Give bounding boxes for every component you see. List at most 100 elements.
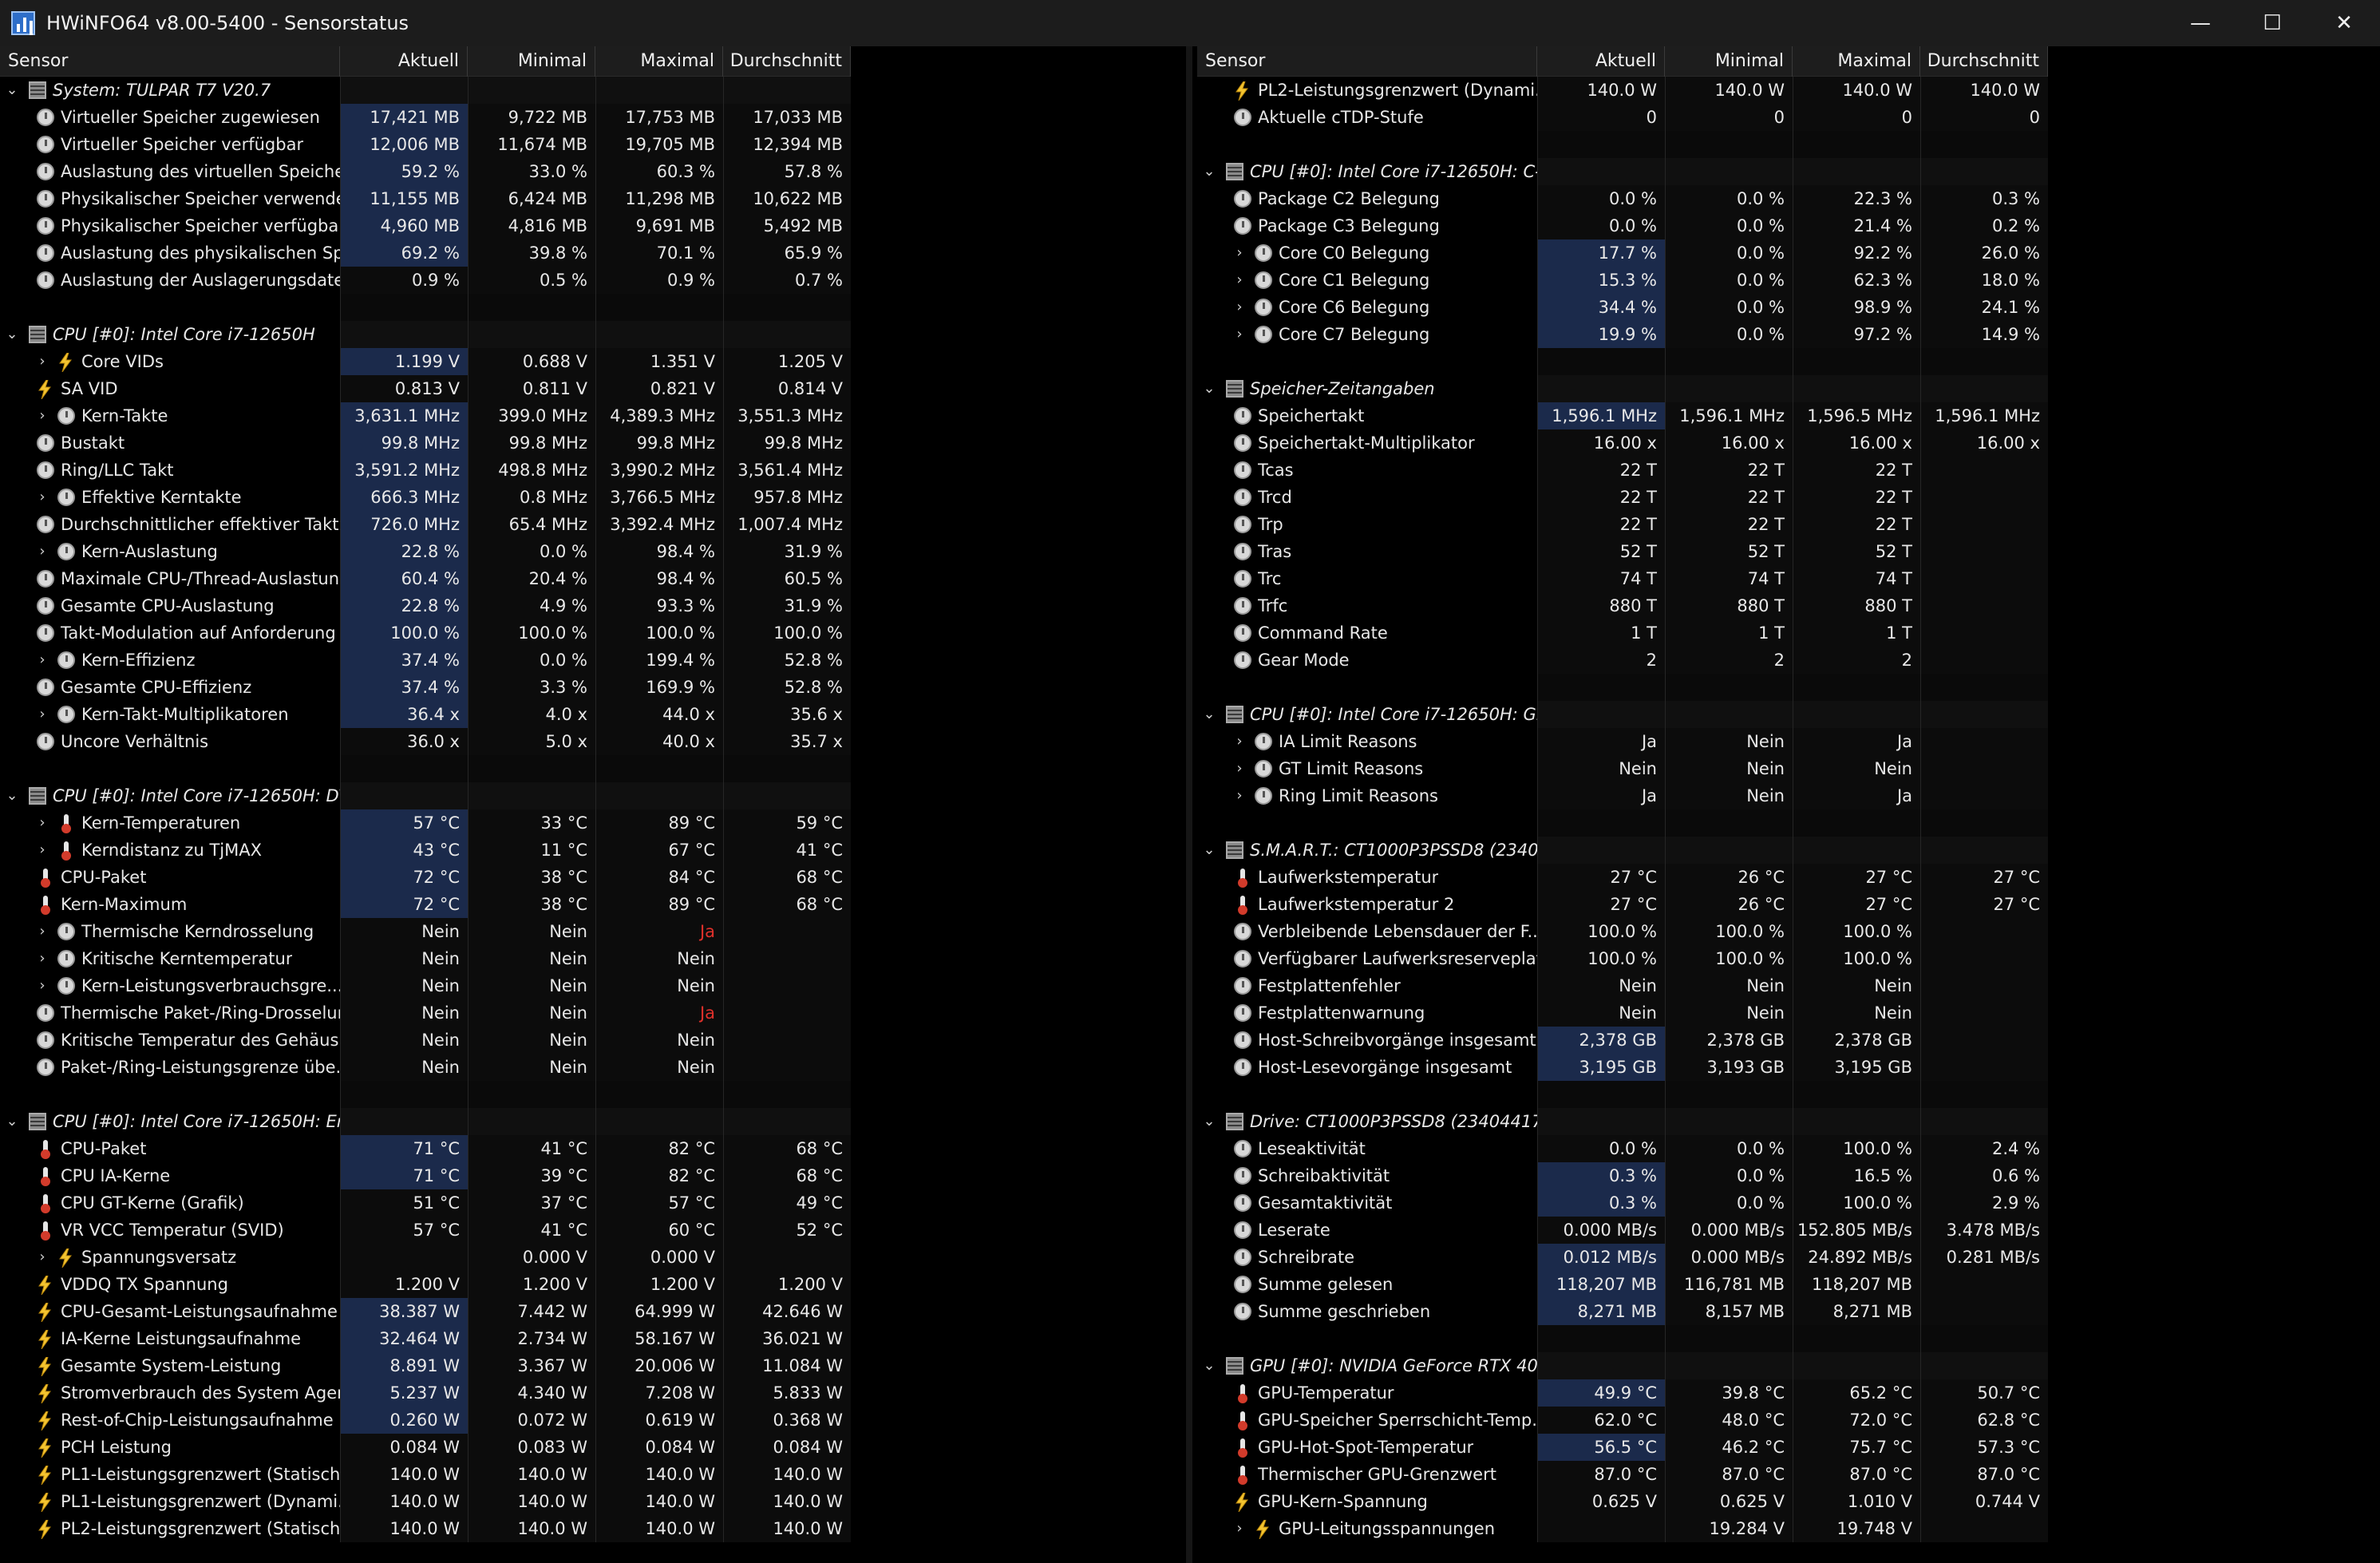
sensor-group-row[interactable]: ⌄ CPU [#0]: Intel Core i7-12650H: DTS [0, 782, 851, 809]
sensor-row[interactable]: CPU-Gesamt-Leistungsaufnahme 38.387 W 7.44… [0, 1298, 851, 1325]
sensor-row[interactable]: › GPU-Leitungsspannungen 19.284 V 19.748 V [1197, 1515, 2048, 1542]
expand-chevron-icon[interactable]: › [1231, 1515, 1248, 1542]
sensor-row[interactable]: Tcas 22 T 22 T 22 T [1197, 457, 2048, 484]
sensor-row[interactable]: › Kern-Leistungsverbrauchsgre... Nein Nein N… [0, 972, 851, 999]
sensor-row[interactable]: Virtueller Speicher verfügbar 12,006 MB 11… [0, 131, 851, 158]
sensor-row[interactable]: Host-Lesevorgänge insgesamt 3,195 GB 3,193… [1197, 1054, 2048, 1081]
expand-chevron-icon[interactable]: › [34, 348, 51, 375]
sensor-row[interactable]: Leseaktivität 0.0 % 0.0 % 100.0 % 2.4 % [1197, 1135, 2048, 1162]
sensor-row[interactable]: Trfc 880 T 880 T 880 T [1197, 592, 2048, 619]
sensor-row[interactable]: Laufwerkstemperatur 27 °C 26 °C 27 °C 27 °C [1197, 864, 2048, 891]
sensor-row[interactable]: Auslastung des physikalischen Sp... 69.2 … [0, 239, 851, 267]
expand-chevron-icon[interactable]: › [1231, 755, 1248, 782]
sensor-row[interactable]: CPU GT-Kerne (Grafik) 51 °C 37 °C 57 °C 49 °… [0, 1189, 851, 1217]
sensor-row[interactable]: Gear Mode 2 2 2 [1197, 647, 2048, 674]
sensor-row[interactable]: Gesamte CPU-Auslastung 22.8 % 4.9 % 93.3 % 3… [0, 592, 851, 619]
sensor-row[interactable]: Takt-Modulation auf Anforderung 100.0 % 10… [0, 619, 851, 647]
sensor-row[interactable]: CPU-Paket 71 °C 41 °C 82 °C 68 °C [0, 1135, 851, 1162]
panel-splitter[interactable] [1186, 46, 1192, 1563]
sensor-row[interactable]: Command Rate 1 T1 T1 T [1197, 619, 2048, 647]
sensor-row[interactable]: › Effektive Kerntakte 666.3 MHz 0.8 MHz 3,76… [0, 484, 851, 511]
sensor-row[interactable]: › Kern-Temperaturen 57 °C 33 °C 89 °C 59 °C [0, 809, 851, 837]
sensor-row[interactable]: › Core C6 Belegung 34.4 % 0.0 % 98.9 % 24.1 % [1197, 294, 2048, 321]
expand-chevron-icon[interactable]: › [34, 809, 51, 837]
sensor-row[interactable]: GPU-Speicher Sperrschicht-Temp... 62.0 °C… [1197, 1407, 2048, 1434]
sensor-row[interactable]: GPU-Temperatur 49.9 °C 39.8 °C 65.2 °C 50.7 … [1197, 1379, 2048, 1407]
sensor-row[interactable]: VDDQ TX Spannung 1.200 V 1.200 V 1.200 V 1.2… [0, 1271, 851, 1298]
collapse-chevron-icon[interactable]: ⌄ [1200, 701, 1218, 728]
sensor-row[interactable]: Uncore Verhältnis 36.0 x 5.0 x 40.0 x 35.7 x [0, 728, 851, 755]
expand-chevron-icon[interactable]: › [34, 1244, 51, 1271]
col-maximum[interactable]: Maximal [1793, 46, 1920, 77]
sensor-row[interactable]: Schreibaktivität 0.3 % 0.0 % 16.5 % 0.6 % [1197, 1162, 2048, 1189]
sensor-row[interactable]: Speichertakt 1,596.1 MHz 1,596.1 MHz 1,596.… [1197, 402, 2048, 429]
sensor-row[interactable]: › Kern-Effizienz 37.4 % 0.0 % 199.4 % 52.8 % [0, 647, 851, 674]
sensor-row[interactable]: Thermische Paket-/Ring-Drosselung Nein Nei… [0, 999, 851, 1027]
minimize-button[interactable]: — [2165, 0, 2236, 46]
sensor-row[interactable]: Virtueller Speicher zugewiesen 17,421 MB 9… [0, 104, 851, 131]
sensor-row[interactable]: PCH Leistung 0.084 W 0.083 W 0.084 W 0.084 W [0, 1434, 851, 1461]
expand-chevron-icon[interactable]: › [34, 837, 51, 864]
sensor-row[interactable]: Laufwerkstemperatur 2 27 °C 26 °C 27 °C 27 °… [1197, 891, 2048, 918]
sensor-row[interactable]: Trp 22 T 22 T 22 T [1197, 511, 2048, 538]
sensor-group-row[interactable]: ⌄ Drive: CT1000P3PSSD8 (23404417167A) [1197, 1108, 2048, 1135]
collapse-chevron-icon[interactable]: ⌄ [3, 1108, 21, 1135]
sensor-row[interactable]: › Core C7 Belegung 19.9 % 0.0 % 97.2 % 14.9 % [1197, 321, 2048, 348]
sensor-row[interactable]: Verfügbarer Laufwerksreserveplatz 100.0 %… [1197, 945, 2048, 972]
collapse-chevron-icon[interactable]: ⌄ [3, 321, 21, 348]
expand-chevron-icon[interactable]: › [34, 945, 51, 972]
collapse-chevron-icon[interactable]: ⌄ [1200, 837, 1218, 864]
col-minimum[interactable]: Minimal [1665, 46, 1793, 77]
sensor-row[interactable]: Leserate 0.000 MB/s 0.000 MB/s 152.805 MB/s… [1197, 1217, 2048, 1244]
collapse-chevron-icon[interactable]: ⌄ [1200, 158, 1218, 185]
sensor-row[interactable]: PL2-Leistungsgrenzwert (Dynami... 140.0 W… [1197, 77, 2048, 104]
sensor-row[interactable]: Schreibrate 0.012 MB/s 0.000 MB/s 24.892 MB… [1197, 1244, 2048, 1271]
sensor-group-row[interactable]: ⌄ CPU [#0]: Intel Core i7-12650H: Enhance… [0, 1108, 851, 1135]
sensor-group-row[interactable]: ⌄ Speicher-Zeitangaben [1197, 375, 2048, 402]
sensor-row[interactable]: › IA Limit Reasons Ja Nein Ja [1197, 728, 2048, 755]
col-minimum[interactable]: Minimal [468, 46, 595, 77]
sensor-row[interactable]: › Kerndistanz zu TjMAX 43 °C 11 °C 67 °C 41 °… [0, 837, 851, 864]
sensor-row[interactable]: Host-Schreibvorgänge insgesamt 2,378 GB 2,… [1197, 1027, 2048, 1054]
col-current[interactable]: Aktuell [340, 46, 468, 77]
collapse-chevron-icon[interactable]: ⌄ [1200, 1108, 1218, 1135]
sensor-row[interactable]: Verbleibende Lebensdauer der F... 100.0 %… [1197, 918, 2048, 945]
sensor-row[interactable]: Durchschnittlicher effektiver Takt 726.0 … [0, 511, 851, 538]
sensor-row[interactable]: Festplattenfehler Nein Nein Nein [1197, 972, 2048, 999]
expand-chevron-icon[interactable]: › [34, 701, 51, 728]
sensor-row[interactable]: Gesamte CPU-Effizienz 37.4 % 3.3 % 169.9 % 5… [0, 674, 851, 701]
expand-chevron-icon[interactable]: › [34, 538, 51, 565]
sensor-row[interactable]: Trcd 22 T 22 T 22 T [1197, 484, 2048, 511]
sensor-group-row[interactable]: ⌄ CPU [#0]: Intel Core i7-12650H: Gründe … [1197, 701, 2048, 728]
expand-chevron-icon[interactable]: › [1231, 239, 1248, 267]
collapse-chevron-icon[interactable]: ⌄ [3, 77, 21, 104]
sensor-row[interactable]: Speichertakt-Multiplikator 16.00 x 16.00 x… [1197, 429, 2048, 457]
sensor-row[interactable]: VR VCC Temperatur (SVID) 57 °C 41 °C 60 °C 5… [0, 1217, 851, 1244]
sensor-group-row[interactable]: ⌄ System: TULPAR T7 V20.7 [0, 77, 851, 104]
sensor-row[interactable]: CPU IA-Kerne 71 °C 39 °C 82 °C 68 °C [0, 1162, 851, 1189]
expand-chevron-icon[interactable]: › [1231, 267, 1248, 294]
sensor-row[interactable]: Bustakt 99.8 MHz 99.8 MHz 99.8 MHz 99.8 MHz [0, 429, 851, 457]
sensor-row[interactable]: PL1-Leistungsgrenzwert (Dynami... 140.0 W… [0, 1488, 851, 1515]
col-average[interactable]: Durchschnitt [1920, 46, 2048, 77]
col-current[interactable]: Aktuell [1537, 46, 1665, 77]
collapse-chevron-icon[interactable]: ⌄ [1200, 1352, 1218, 1379]
sensor-row[interactable]: Summe gelesen 118,207 MB 116,781 MB 118,207… [1197, 1271, 2048, 1298]
close-button[interactable]: ✕ [2308, 0, 2380, 46]
sensor-row[interactable]: Rest-of-Chip-Leistungsaufnahme 0.260 W 0.0… [0, 1407, 851, 1434]
sensor-group-row[interactable]: ⌄ GPU [#0]: NVIDIA GeForce RTX 4060 Lapto… [1197, 1352, 2048, 1379]
sensor-row[interactable]: Thermischer GPU-Grenzwert 87.0 °C 87.0 °C 8… [1197, 1461, 2048, 1488]
sensor-row[interactable]: › Core C0 Belegung 17.7 % 0.0 % 92.2 % 26.0 % [1197, 239, 2048, 267]
sensor-row[interactable]: SA VID 0.813 V 0.811 V 0.821 V 0.814 V [0, 375, 851, 402]
sensor-row[interactable]: › Spannungsversatz 0.000 V 0.000 V [0, 1244, 851, 1271]
sensor-row[interactable]: Kern-Maximum 72 °C 38 °C 89 °C 68 °C [0, 891, 851, 918]
sensor-row[interactable]: Kritische Temperatur des Gehäus... Nein Ne… [0, 1027, 851, 1054]
col-sensor[interactable]: Sensor [0, 46, 340, 77]
sensor-row[interactable]: › GT Limit Reasons Nein Nein Nein [1197, 755, 2048, 782]
expand-chevron-icon[interactable]: › [34, 402, 51, 429]
sensor-row[interactable]: GPU-Hot-Spot-Temperatur 56.5 °C 46.2 °C 75.… [1197, 1434, 2048, 1461]
sensor-group-row[interactable]: ⌄ CPU [#0]: Intel Core i7-12650H: C-State… [1197, 158, 2048, 185]
collapse-chevron-icon[interactable]: ⌄ [1200, 375, 1218, 402]
sensor-group-row[interactable]: ⌄ CPU [#0]: Intel Core i7-12650H [0, 321, 851, 348]
sensor-row[interactable]: Maximale CPU-/Thread-Auslastung 60.4 % 20.… [0, 565, 851, 592]
